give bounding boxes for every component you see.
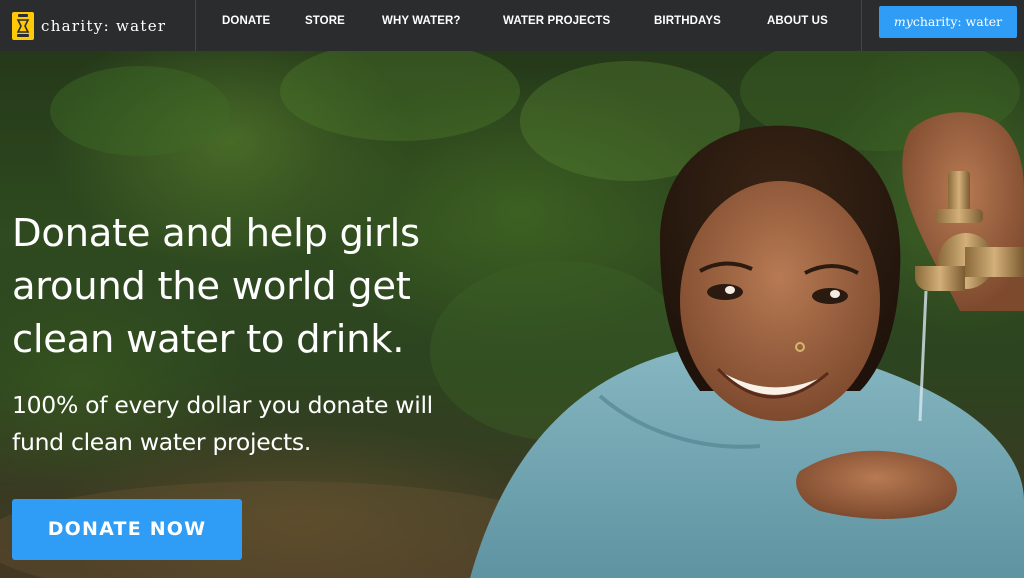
hero-headline: Donate and help girls around the world g… — [12, 211, 420, 362]
mycw-suffix: charity: water — [912, 14, 1003, 29]
main-menu: DONATE STORE WHY WATER? WATER PROJECTS B… — [196, 0, 861, 51]
nav-item-about-us[interactable]: ABOUT US — [767, 0, 828, 42]
donate-now-button[interactable]: DONATE NOW — [12, 499, 242, 560]
nav-item-store[interactable]: STORE — [305, 0, 345, 42]
logo-link[interactable]: charity: water — [0, 0, 196, 51]
nav-right: mycharity: water — [861, 0, 1024, 51]
nav-item-water-projects[interactable]: WATER PROJECTS — [503, 0, 610, 42]
jerry-can-icon — [12, 11, 34, 40]
top-nav: charity: water DONATE STORE WHY WATER? W… — [0, 0, 1024, 51]
nav-item-donate[interactable]: DONATE — [222, 0, 270, 42]
mycharity-water-button[interactable]: mycharity: water — [879, 6, 1017, 38]
nav-item-birthdays[interactable]: BIRTHDAYS — [654, 0, 721, 42]
nav-item-why-water[interactable]: WHY WATER? — [382, 0, 461, 42]
hero-section: Donate and help girls around the world g… — [0, 51, 1024, 578]
mycw-prefix: my — [893, 14, 913, 29]
logo-text: charity: water — [41, 16, 167, 35]
hero-subhead: 100% of every dollar you donate will fun… — [12, 391, 433, 456]
